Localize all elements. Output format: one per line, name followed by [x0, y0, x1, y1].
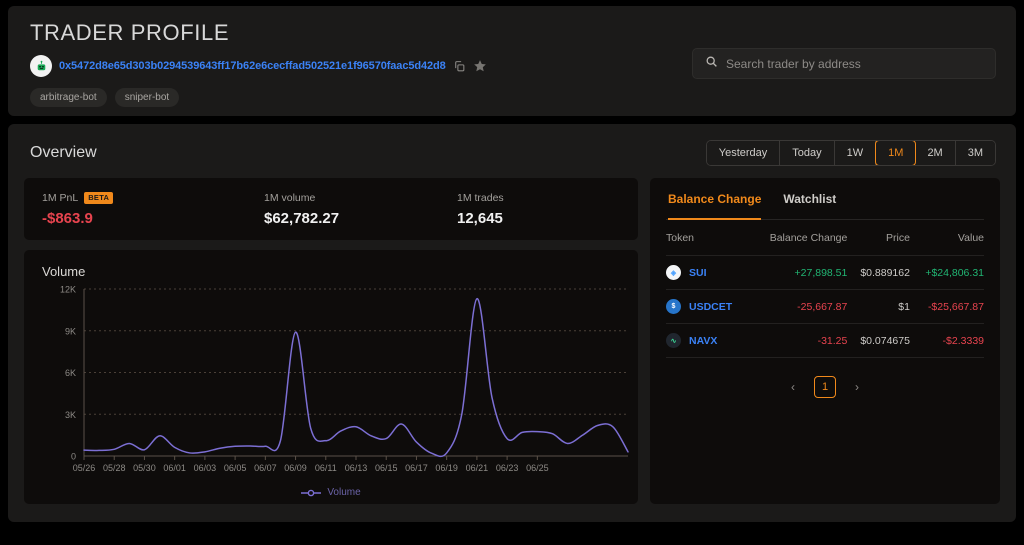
legend-label-volume: Volume: [327, 487, 361, 498]
stat-pnl-label-text: 1M PnL: [42, 191, 79, 204]
cell-value: +$24,806.31: [909, 255, 984, 290]
stat-volume: 1M volume $62,782.27: [264, 192, 457, 227]
svg-text:05/28: 05/28: [103, 463, 126, 473]
profile-header-card: TRADER PROFILE 0x5472d8e65d303b029453964…: [8, 6, 1016, 116]
svg-text:06/23: 06/23: [496, 463, 519, 473]
robot-icon: [30, 55, 52, 77]
stat-volume-label: 1M volume: [264, 191, 316, 204]
svg-text:06/17: 06/17: [405, 463, 428, 473]
usdcet-token-icon: $: [666, 299, 681, 314]
stat-pnl-label: 1M PnL BETA: [42, 191, 264, 204]
trader-address[interactable]: 0x5472d8e65d303b0294539643ff17b62e6cecff…: [59, 60, 446, 72]
sui-token-icon: ◈: [666, 265, 681, 280]
cell-value: -$2.3339: [909, 323, 984, 358]
page-title: TRADER PROFILE: [30, 20, 230, 45]
chevron-right-icon[interactable]: ›: [850, 378, 864, 396]
svg-text:9K: 9K: [65, 326, 76, 336]
col-price: Price: [886, 232, 910, 244]
col-value: Value: [957, 232, 984, 244]
svg-text:06/25: 06/25: [526, 463, 549, 473]
search-bar[interactable]: [692, 48, 996, 79]
range-btn-1m[interactable]: 1M: [875, 141, 917, 165]
svg-text:06/13: 06/13: [345, 463, 368, 473]
col-balance-change: Balance Change: [769, 232, 848, 244]
tab-watchlist[interactable]: Watchlist: [783, 178, 836, 219]
table-row[interactable]: ◈ SUI +27,898.51 $0.889162 +$24,806.31: [666, 255, 984, 290]
svg-text:6K: 6K: [65, 368, 76, 378]
stat-trades-value: 12,645: [457, 209, 503, 227]
chart-legend[interactable]: Volume: [24, 487, 638, 498]
range-btn-yesterday[interactable]: Yesterday: [706, 141, 781, 165]
svg-text:06/03: 06/03: [194, 463, 217, 473]
token-name[interactable]: NAVX: [689, 335, 717, 347]
stat-pnl: 1M PnL BETA -$863.9: [42, 191, 264, 227]
navx-token-icon: ∿: [666, 333, 681, 348]
cell-balance-change: -25,667.87: [749, 289, 848, 324]
cell-price: $1: [847, 289, 910, 324]
svg-text:3K: 3K: [65, 410, 76, 420]
svg-text:06/21: 06/21: [466, 463, 489, 473]
table-header-row: Token Balance Change Price Value: [666, 220, 984, 256]
svg-text:05/26: 05/26: [73, 463, 96, 473]
stat-trades-label: 1M trades: [457, 191, 504, 204]
overview-header: Overview Yesterday Today 1W 1M 2M 3M: [24, 138, 1000, 168]
stat-pnl-value: -$863.9: [42, 209, 93, 227]
svg-text:12K: 12K: [60, 285, 76, 295]
volume-chart-card: Volume 0 3K 6K 9K 12K 05/26 05/28 05/30 06/01 06/…: [24, 250, 638, 504]
stats-summary: 1M PnL BETA -$863.9 1M volume $62,782.27…: [24, 178, 638, 240]
tab-balance-change[interactable]: Balance Change: [668, 178, 762, 220]
tag-sniper-bot[interactable]: sniper-bot: [114, 88, 180, 107]
page-number-1[interactable]: 1: [814, 376, 836, 398]
table-row[interactable]: $ USDCET -25,667.87 $1 -$25,667.87: [666, 289, 984, 324]
tag-arbitrage-bot[interactable]: arbitrage-bot: [30, 88, 107, 107]
overview-card: Overview Yesterday Today 1W 1M 2M 3M 1M …: [8, 124, 1016, 522]
col-token: Token: [666, 232, 695, 244]
range-btn-3m[interactable]: 3M: [955, 141, 995, 165]
cell-price: $0.074675: [847, 323, 910, 358]
range-btn-today[interactable]: Today: [780, 141, 835, 165]
star-icon[interactable]: [473, 59, 487, 73]
table-row[interactable]: ∿ NAVX -31.25 $0.074675 -$2.3339: [666, 323, 984, 358]
time-range-selector[interactable]: Yesterday Today 1W 1M 2M 3M: [705, 140, 996, 166]
stat-volume-value: $62,782.27: [264, 209, 340, 227]
svg-text:05/30: 05/30: [133, 463, 156, 473]
pagination: ‹ 1 ›: [666, 376, 984, 398]
svg-text:06/01: 06/01: [163, 463, 186, 473]
beta-badge: BETA: [84, 191, 114, 204]
token-name[interactable]: SUI: [689, 267, 707, 279]
svg-text:06/11: 06/11: [315, 463, 337, 473]
balance-change-panel: Balance Change Watchlist Token Balance C…: [650, 178, 1000, 504]
svg-text:0: 0: [71, 452, 76, 462]
range-btn-2m[interactable]: 2M: [915, 141, 956, 165]
tags-row: arbitrage-bot sniper-bot: [30, 88, 996, 107]
svg-text:06/09: 06/09: [284, 463, 307, 473]
svg-text:06/05: 06/05: [224, 463, 247, 473]
volume-chart[interactable]: 0 3K 6K 9K 12K 05/26 05/28 05/30 06/01 06/03 06/05…: [38, 279, 638, 484]
svg-text:06/07: 06/07: [254, 463, 277, 473]
search-input[interactable]: [726, 56, 983, 71]
balance-change-table: Token Balance Change Price Value ◈ SUI +…: [666, 220, 984, 358]
chevron-left-icon[interactable]: ‹: [786, 378, 800, 396]
token-name[interactable]: USDCET: [689, 301, 732, 313]
svg-text:06/19: 06/19: [435, 463, 458, 473]
volume-chart-svg: 0 3K 6K 9K 12K 05/26 05/28 05/30 06/01 06/03 06/05…: [60, 285, 629, 473]
cell-price: $0.889162: [847, 255, 910, 290]
chart-title: Volume: [42, 264, 86, 279]
search-icon: [705, 55, 718, 73]
copy-icon[interactable]: [453, 60, 466, 73]
cell-balance-change: +27,898.51: [749, 255, 848, 290]
svg-text:06/15: 06/15: [375, 463, 398, 473]
cell-balance-change: -31.25: [749, 323, 848, 358]
range-btn-1w[interactable]: 1W: [834, 141, 877, 165]
legend-marker-icon: [301, 489, 322, 496]
stat-trades: 1M trades 12,645: [457, 192, 504, 227]
overview-title: Overview: [30, 144, 97, 161]
cell-value: -$25,667.87: [909, 289, 984, 324]
panel-tabs: Balance Change Watchlist: [666, 178, 984, 220]
